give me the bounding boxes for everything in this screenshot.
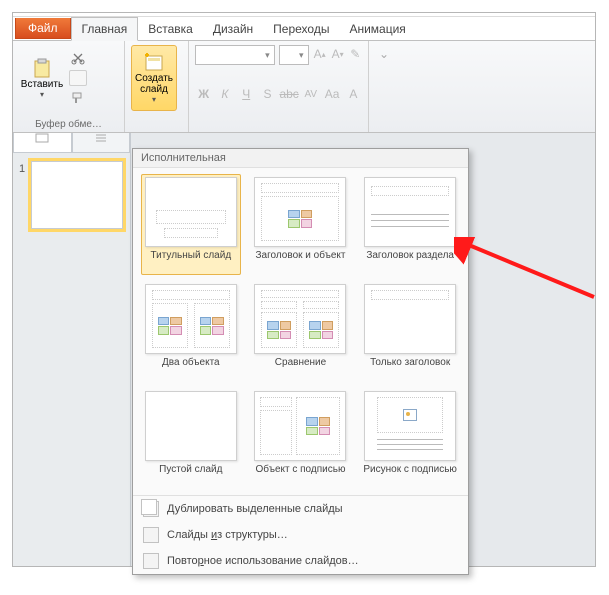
new-slide-label: Создать слайд bbox=[132, 74, 176, 95]
shrink-font-button[interactable]: A▾ bbox=[331, 45, 345, 63]
tab-home[interactable]: Главная bbox=[71, 17, 139, 41]
underline-button[interactable]: Ч bbox=[238, 85, 255, 103]
dropdown-icon: ▾ bbox=[152, 95, 156, 104]
layout-content-caption[interactable]: Объект с подписью bbox=[251, 388, 351, 489]
gallery-header: Исполнительная bbox=[133, 149, 468, 168]
slides-list: 1 bbox=[13, 153, 130, 566]
copy-button[interactable] bbox=[69, 70, 87, 86]
ribbon-tabs: Файл Главная Вставка Дизайн Переходы Ани… bbox=[13, 17, 595, 41]
font-size-combo[interactable]: ▾ bbox=[279, 45, 309, 65]
new-slide-button[interactable]: Создать слайд ▾ bbox=[131, 45, 177, 111]
outline-icon bbox=[143, 527, 159, 543]
collapse-ribbon-button[interactable]: ⌄ bbox=[375, 45, 393, 63]
cut-button[interactable] bbox=[69, 49, 87, 67]
gallery-commands: Дублировать выделенные слайды Слайды из … bbox=[133, 495, 468, 574]
layout-section-header[interactable]: Заголовок раздела bbox=[360, 174, 460, 275]
layout-two-content[interactable]: Два объекта bbox=[141, 281, 241, 382]
layout-picture-caption[interactable]: Рисунок с подписью bbox=[360, 388, 460, 489]
panel-tab-outline[interactable] bbox=[72, 133, 131, 153]
tab-transitions[interactable]: Переходы bbox=[263, 18, 339, 40]
bold-button[interactable]: Ж bbox=[195, 85, 212, 103]
panel-tab-slides[interactable] bbox=[13, 133, 72, 153]
slides-panel: 1 bbox=[13, 133, 131, 566]
reuse-icon bbox=[143, 553, 159, 569]
grow-font-button[interactable]: A▴ bbox=[313, 45, 327, 63]
paste-label: Вставить bbox=[21, 79, 63, 90]
cmd-reuse-slides[interactable]: Повторное использование слайдов… bbox=[133, 548, 468, 574]
tab-file[interactable]: Файл bbox=[15, 18, 71, 39]
tab-insert[interactable]: Вставка bbox=[138, 18, 203, 40]
shadow-button[interactable]: S bbox=[259, 85, 276, 103]
font-color-button[interactable]: A bbox=[345, 85, 362, 103]
panel-tabs bbox=[13, 133, 130, 153]
slide-thumbnail-preview bbox=[31, 161, 123, 229]
group-font: ▾ ▾ A▴ A▾ ✎ Ж К Ч S abc AV Aa A bbox=[189, 41, 369, 132]
dropdown-icon: ▾ bbox=[40, 90, 44, 99]
new-slide-icon bbox=[141, 52, 167, 74]
duplicate-icon bbox=[143, 501, 159, 517]
strike-button[interactable]: abc bbox=[280, 85, 298, 103]
slide-thumb[interactable]: 1 bbox=[21, 161, 122, 229]
layout-blank[interactable]: Пустой слайд bbox=[141, 388, 241, 489]
ribbon-overflow: ⌄ bbox=[369, 41, 399, 132]
char-spacing-button[interactable]: AV bbox=[302, 85, 319, 103]
tab-design[interactable]: Дизайн bbox=[203, 18, 263, 40]
layout-comparison[interactable]: Сравнение bbox=[251, 281, 351, 382]
cmd-duplicate-slides[interactable]: Дублировать выделенные слайды bbox=[133, 496, 468, 522]
clear-format-button[interactable]: ✎ bbox=[349, 45, 362, 63]
paste-icon bbox=[29, 57, 55, 79]
ribbon: Вставить ▾ Буфер обме… bbox=[13, 41, 595, 133]
group-slides: Создать слайд ▾ bbox=[125, 41, 189, 132]
cmd-slides-from-outline[interactable]: Слайды из структуры… bbox=[133, 522, 468, 548]
font-family-combo[interactable]: ▾ bbox=[195, 45, 275, 65]
layout-title-only[interactable]: Только заголовок bbox=[360, 281, 460, 382]
format-painter-button[interactable] bbox=[69, 89, 87, 107]
paste-button[interactable]: Вставить ▾ bbox=[19, 45, 65, 111]
italic-button[interactable]: К bbox=[216, 85, 233, 103]
change-case-button[interactable]: Aa bbox=[323, 85, 340, 103]
clipboard-group-label: Буфер обме… bbox=[19, 119, 118, 130]
slide-number: 1 bbox=[19, 163, 25, 175]
tab-animation[interactable]: Анимация bbox=[339, 18, 415, 40]
new-slide-gallery: Исполнительная Титульный слайд Заголовок… bbox=[132, 148, 469, 575]
layout-title-content[interactable]: Заголовок и объект bbox=[251, 174, 351, 275]
group-clipboard: Вставить ▾ Буфер обме… bbox=[13, 41, 125, 132]
layout-grid: Титульный слайд Заголовок и объект Загол… bbox=[133, 168, 468, 495]
layout-title-slide[interactable]: Титульный слайд bbox=[141, 174, 241, 275]
